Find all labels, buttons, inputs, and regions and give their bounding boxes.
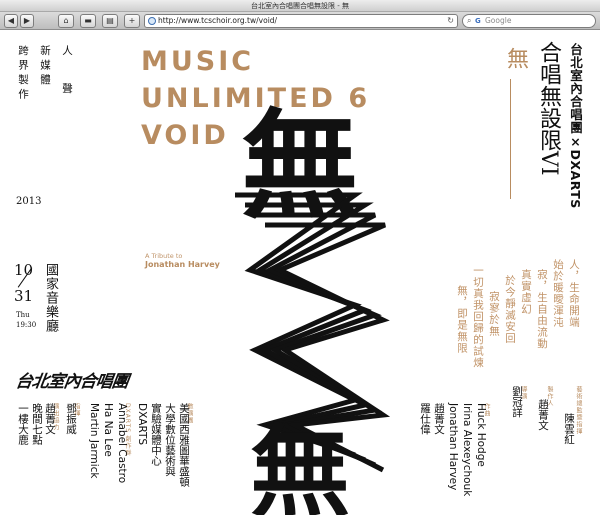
left-verse-4: 跨界製作 [17, 45, 29, 103]
credit-left-7: Annabel Castro [116, 403, 128, 484]
credit-left-1: 一樓大鹿 [17, 403, 29, 445]
search-placeholder: Google [485, 16, 512, 25]
address-bar[interactable]: http://www.tcschoir.org.tw/void/ ↻ [144, 14, 458, 28]
presenter: 台北室內合唱團×DXARTS [568, 43, 583, 209]
search-icon: ⌕ [467, 16, 472, 25]
venue: 國家音樂廳 [43, 263, 58, 333]
choir-logo: 台北室內合唱團 [14, 372, 130, 392]
url-text: http://www.tcschoir.org.tw/void/ [158, 16, 278, 25]
poster-page: 人 新媒體 聲 跨界製作 MUSIC UNLIMITED 6 VOID 無 無 … [0, 31, 600, 522]
home-button[interactable]: ⌂ [58, 14, 74, 28]
year: 2013 [16, 196, 42, 207]
poem-line-3: 寂，生自由流動 [536, 269, 548, 350]
credit-left-10: 大學數位藝術與 [164, 403, 176, 477]
poem-line-2: 始於暖曖渾沌 [552, 259, 564, 328]
credit-left-5: Martin Jarmick [88, 403, 100, 479]
add-bookmark-button[interactable]: + [124, 14, 140, 28]
weekday: Thu [16, 311, 30, 319]
left-verse-1: 人 [61, 45, 73, 60]
back-button[interactable]: ◀ [4, 14, 18, 28]
time: 19:30 [16, 321, 37, 329]
tribute-label: A Tribute to [145, 252, 183, 260]
google-icon: G [475, 17, 481, 25]
credit-right-6: 劉冠詳 [511, 386, 523, 418]
credit-left-2: 晚間七點 [31, 403, 43, 445]
credit-right-3: Jonathan Harvey [447, 403, 459, 491]
reload-icon[interactable]: ↻ [447, 15, 454, 27]
main-title: 合唱無設限VI [536, 41, 561, 176]
accent-rule [510, 79, 511, 199]
poem-line-5: 於今靜滅安回 [504, 275, 516, 344]
credit-right-2: 趙菁文 [433, 403, 445, 435]
void-artwork: 無 無 [235, 96, 391, 515]
poem-line-8: 無，即是無限 [456, 285, 468, 354]
bookmarks-button[interactable]: ▤ [102, 14, 118, 28]
window-title: 台北室內合唱團合唱無設限 - 無 [0, 0, 600, 12]
poem-line-7: 一切真我回歸的試煉 [472, 265, 484, 369]
browser-toolbar: ◀ ▶ ⌂ ▬ ▤ + http://www.tcschoir.org.tw/v… [0, 12, 600, 30]
forward-button[interactable]: ▶ [20, 14, 34, 28]
globe-icon [148, 17, 156, 25]
headline-line-1: MUSIC [141, 46, 255, 77]
credit-right-8: 陳雲紅 [563, 413, 575, 445]
credit-left-6: Ha Na Lee [102, 403, 114, 457]
credit-left-8: DXARTS [136, 403, 148, 446]
credit-right-1: 羅仕偉 [419, 403, 431, 435]
big-wu-bottom: 無 [250, 413, 350, 515]
poem-line-4: 真實虛幻 [520, 269, 532, 315]
credit-left-11: 美國西雅圖華盛頓 [178, 403, 190, 487]
credit-right-4: Irina Alexeychouk [461, 403, 473, 497]
credit-left-4: 鄧振威 [65, 403, 77, 435]
tribute-name: Jonathan Harvey [145, 260, 220, 269]
poem-line-6: 寂寥於無 [488, 291, 500, 337]
date-day: 31 [14, 287, 34, 305]
search-field[interactable]: ⌕ G Google [462, 14, 596, 28]
credit-right-5: Huck Hodge [475, 403, 487, 467]
minimize-button[interactable]: ▬ [80, 14, 96, 28]
credit-right-7: 趙菁文 [537, 399, 549, 431]
poem-line-1: 人，生命開端 [568, 259, 580, 328]
credit-right-8-role: 藝術總監暨指揮 [575, 386, 582, 435]
side-mark: 無 [503, 47, 528, 69]
left-verse-2: 新媒體 [39, 45, 51, 89]
credit-left-9: 實驗媒體中心 [150, 403, 162, 466]
credit-left-3: 趙菁文 [44, 403, 56, 435]
left-verse-3: 聲 [61, 83, 73, 94]
